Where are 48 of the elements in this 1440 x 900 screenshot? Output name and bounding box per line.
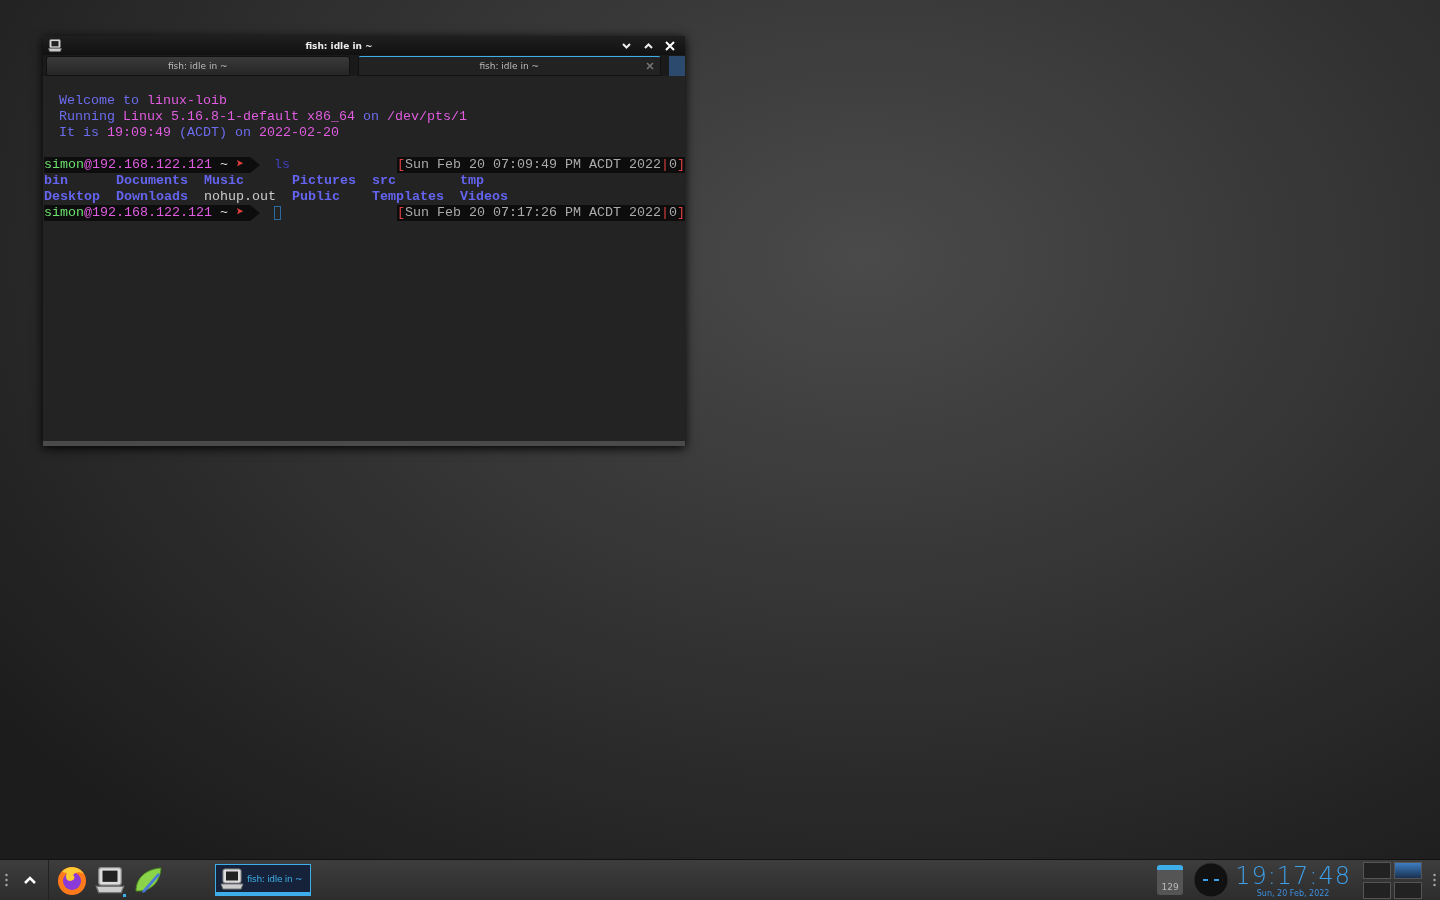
- command-text: ls: [274, 157, 290, 173]
- file-name: Documents: [116, 173, 189, 189]
- file-name: nohup.out: [204, 189, 277, 205]
- prompt-bar: simon@192.168.122.121 ~ ➤: [44, 205, 260, 221]
- calendar-widget[interactable]: 129: [1157, 865, 1184, 895]
- computer-icon: [47, 39, 63, 52]
- clock-time: 19:17:48: [1235, 862, 1351, 889]
- tab[interactable]: fish: idle in ~: [46, 56, 350, 76]
- file-name: Templates: [372, 189, 445, 205]
- computer-icon: [95, 866, 125, 894]
- file-name: tmp: [460, 173, 485, 189]
- timestamp-text: [Sun Feb 20 07:17:26 PM ACDT 2022|0]: [397, 205, 685, 221]
- greeting-text: /dev/pts/1: [386, 109, 467, 124]
- greeting-text: 2022-02-20: [259, 125, 339, 140]
- greeting-text: on: [361, 109, 380, 124]
- file-name: Pictures: [292, 173, 357, 189]
- file-name: Desktop: [44, 189, 101, 205]
- window-title: fish: idle in ~: [304, 40, 374, 51]
- greeting-text: Running: [59, 109, 116, 124]
- file-name: Public: [292, 189, 341, 205]
- greeting-text: on: [235, 125, 252, 140]
- greeting-text: It is: [59, 125, 100, 140]
- file-name: Music: [204, 173, 245, 189]
- chevron-up-icon: [24, 876, 36, 884]
- prompt-bar: simon@192.168.122.121 ~ ➤: [44, 157, 260, 173]
- task-button[interactable]: fish: idle in ~: [215, 864, 311, 896]
- leaf-pencil-icon: [133, 865, 163, 895]
- chevron-down-icon: [621, 42, 631, 49]
- computer-icon: [220, 867, 244, 890]
- handle-icon[interactable]: [4, 873, 8, 887]
- fox-globe-icon: [56, 864, 88, 896]
- greeting-text: 19:09:49: [107, 125, 171, 140]
- close-tab-icon[interactable]: [646, 62, 654, 70]
- close-icon: [665, 40, 675, 51]
- file-name: src: [372, 173, 397, 189]
- desktop-pager[interactable]: [1363, 861, 1422, 899]
- greeting-text: Welcome to: [59, 93, 140, 108]
- file-name: bin: [44, 173, 69, 189]
- tab[interactable]: fish: idle in ~: [357, 56, 661, 76]
- greeting-text: (ACDT): [178, 125, 228, 140]
- timestamp-text: [Sun Feb 20 07:09:49 PM ACDT 2022|0]: [397, 157, 685, 173]
- chevron-up-icon: [643, 42, 653, 49]
- file-name: Downloads: [116, 189, 189, 205]
- clock-date: Sun, 20 Feb, 2022: [1256, 888, 1330, 898]
- file-name: Videos: [460, 189, 509, 205]
- handle-icon[interactable]: [1432, 873, 1436, 887]
- greeting-text: Linux 5.16.8-1-default x86_64: [123, 109, 355, 124]
- greeting-text: linux-loib: [147, 93, 227, 108]
